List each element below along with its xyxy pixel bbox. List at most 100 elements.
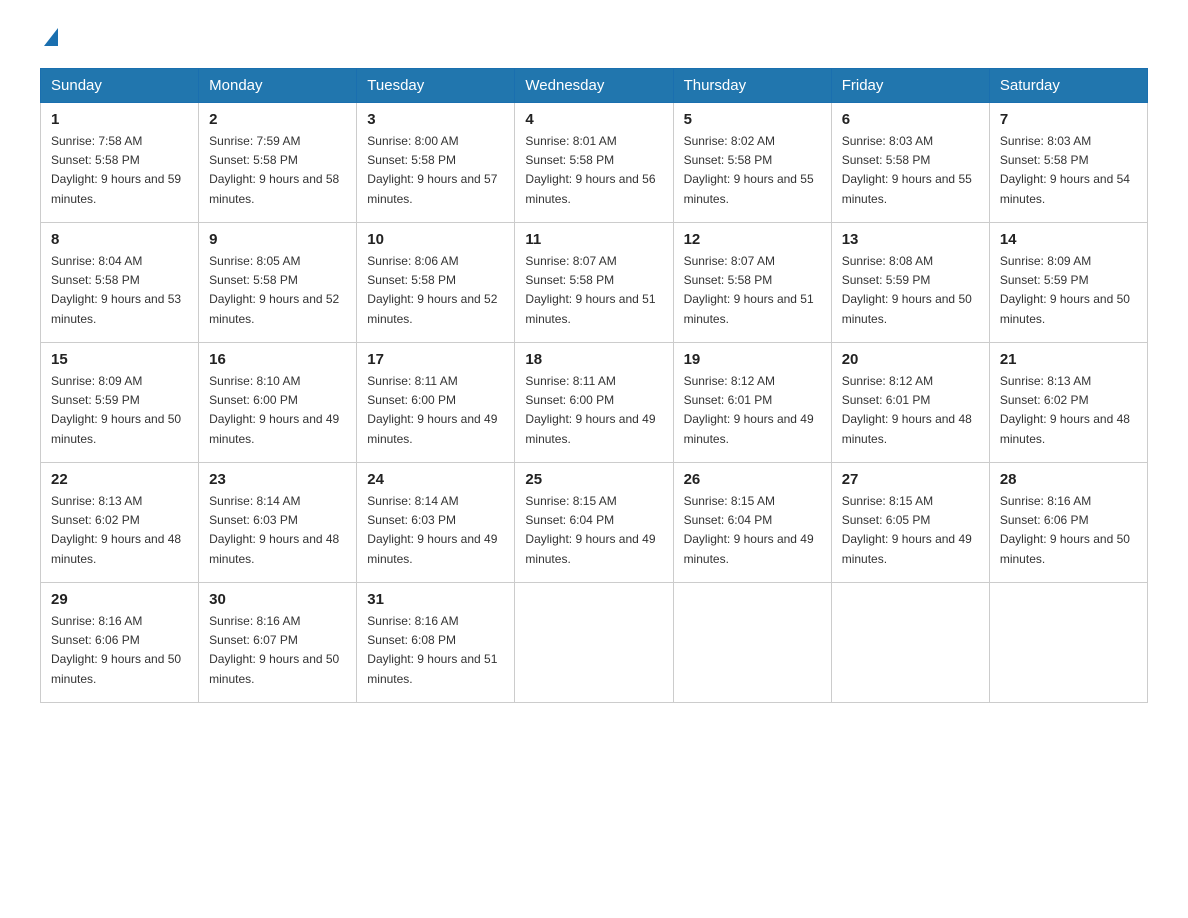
day-info: Sunrise: 8:16 AMSunset: 6:07 PMDaylight:… <box>209 612 346 689</box>
day-info: Sunrise: 7:59 AMSunset: 5:58 PMDaylight:… <box>209 132 346 209</box>
day-info: Sunrise: 8:13 AMSunset: 6:02 PMDaylight:… <box>1000 372 1137 449</box>
day-info: Sunrise: 8:05 AMSunset: 5:58 PMDaylight:… <box>209 252 346 329</box>
day-number: 29 <box>51 591 188 608</box>
day-number: 30 <box>209 591 346 608</box>
day-number: 27 <box>842 471 979 488</box>
weekday-header-sunday: Sunday <box>41 69 199 103</box>
day-number: 17 <box>367 351 504 368</box>
weekday-header-saturday: Saturday <box>989 69 1147 103</box>
day-number: 23 <box>209 471 346 488</box>
calendar-cell: 4 Sunrise: 8:01 AMSunset: 5:58 PMDaylight… <box>515 103 673 223</box>
calendar-cell <box>673 583 831 703</box>
day-info: Sunrise: 8:12 AMSunset: 6:01 PMDaylight:… <box>684 372 821 449</box>
calendar-cell: 5Sunrise: 8:02 AMSunset: 5:58 PMDaylight… <box>673 103 831 223</box>
day-number: 9 <box>209 231 346 248</box>
day-info: Sunrise: 8:15 AMSunset: 6:04 PMDaylight:… <box>525 492 662 569</box>
day-number: 8 <box>51 231 188 248</box>
calendar-cell <box>989 583 1147 703</box>
day-number: 22 <box>51 471 188 488</box>
calendar-cell: 28 Sunrise: 8:16 AMSunset: 6:06 PMDayligh… <box>989 463 1147 583</box>
calendar-cell <box>831 583 989 703</box>
calendar-cell: 25Sunrise: 8:15 AMSunset: 6:04 PMDayligh… <box>515 463 673 583</box>
day-info: Sunrise: 8:09 AMSunset: 5:59 PMDaylight:… <box>1000 252 1137 329</box>
calendar-cell: 11 Sunrise: 8:07 AMSunset: 5:58 PMDayligh… <box>515 223 673 343</box>
day-number: 26 <box>684 471 821 488</box>
day-info: Sunrise: 8:14 AMSunset: 6:03 PMDaylight:… <box>209 492 346 569</box>
day-info: Sunrise: 8:10 AMSunset: 6:00 PMDaylight:… <box>209 372 346 449</box>
calendar-cell: 16 Sunrise: 8:10 AMSunset: 6:00 PMDayligh… <box>199 343 357 463</box>
day-number: 6 <box>842 111 979 128</box>
day-info: Sunrise: 8:04 AMSunset: 5:58 PMDaylight:… <box>51 252 188 329</box>
day-info: Sunrise: 8:09 AMSunset: 5:59 PMDaylight:… <box>51 372 188 449</box>
day-info: Sunrise: 8:16 AMSunset: 6:08 PMDaylight:… <box>367 612 504 689</box>
calendar-cell: 14 Sunrise: 8:09 AMSunset: 5:59 PMDayligh… <box>989 223 1147 343</box>
calendar-cell: 31 Sunrise: 8:16 AMSunset: 6:08 PMDayligh… <box>357 583 515 703</box>
day-number: 21 <box>1000 351 1137 368</box>
logo-text <box>40 30 58 48</box>
calendar-cell: 10 Sunrise: 8:06 AMSunset: 5:58 PMDayligh… <box>357 223 515 343</box>
calendar-cell: 1Sunrise: 7:58 AMSunset: 5:58 PMDaylight… <box>41 103 199 223</box>
calendar-week-row: 22 Sunrise: 8:13 AMSunset: 6:02 PMDayligh… <box>41 463 1148 583</box>
day-number: 14 <box>1000 231 1137 248</box>
day-number: 16 <box>209 351 346 368</box>
day-number: 24 <box>367 471 504 488</box>
day-number: 20 <box>842 351 979 368</box>
logo-triangle-icon <box>44 28 58 46</box>
calendar-week-row: 8 Sunrise: 8:04 AMSunset: 5:58 PMDaylight… <box>41 223 1148 343</box>
day-number: 28 <box>1000 471 1137 488</box>
page-header <box>40 30 1148 48</box>
day-number: 10 <box>367 231 504 248</box>
day-number: 7 <box>1000 111 1137 128</box>
calendar-cell: 19Sunrise: 8:12 AMSunset: 6:01 PMDayligh… <box>673 343 831 463</box>
day-number: 4 <box>525 111 662 128</box>
day-info: Sunrise: 8:15 AMSunset: 6:04 PMDaylight:… <box>684 492 821 569</box>
day-info: Sunrise: 8:15 AMSunset: 6:05 PMDaylight:… <box>842 492 979 569</box>
weekday-header-monday: Monday <box>199 69 357 103</box>
day-info: Sunrise: 8:13 AMSunset: 6:02 PMDaylight:… <box>51 492 188 569</box>
weekday-header-wednesday: Wednesday <box>515 69 673 103</box>
calendar-cell: 8 Sunrise: 8:04 AMSunset: 5:58 PMDaylight… <box>41 223 199 343</box>
calendar-cell: 9 Sunrise: 8:05 AMSunset: 5:58 PMDaylight… <box>199 223 357 343</box>
day-info: Sunrise: 8:08 AMSunset: 5:59 PMDaylight:… <box>842 252 979 329</box>
calendar-table: SundayMondayTuesdayWednesdayThursdayFrid… <box>40 68 1148 703</box>
weekday-header-thursday: Thursday <box>673 69 831 103</box>
calendar-cell: 17 Sunrise: 8:11 AMSunset: 6:00 PMDayligh… <box>357 343 515 463</box>
day-number: 13 <box>842 231 979 248</box>
day-info: Sunrise: 8:07 AMSunset: 5:58 PMDaylight:… <box>525 252 662 329</box>
calendar-cell: 27 Sunrise: 8:15 AMSunset: 6:05 PMDayligh… <box>831 463 989 583</box>
calendar-cell: 12 Sunrise: 8:07 AMSunset: 5:58 PMDayligh… <box>673 223 831 343</box>
calendar-cell: 7Sunrise: 8:03 AMSunset: 5:58 PMDaylight… <box>989 103 1147 223</box>
day-info: Sunrise: 8:16 AMSunset: 6:06 PMDaylight:… <box>51 612 188 689</box>
day-number: 2 <box>209 111 346 128</box>
calendar-cell: 6 Sunrise: 8:03 AMSunset: 5:58 PMDaylight… <box>831 103 989 223</box>
day-info: Sunrise: 8:01 AMSunset: 5:58 PMDaylight:… <box>525 132 662 209</box>
calendar-cell: 15 Sunrise: 8:09 AMSunset: 5:59 PMDayligh… <box>41 343 199 463</box>
calendar-week-row: 1Sunrise: 7:58 AMSunset: 5:58 PMDaylight… <box>41 103 1148 223</box>
calendar-cell: 30 Sunrise: 8:16 AMSunset: 6:07 PMDayligh… <box>199 583 357 703</box>
day-info: Sunrise: 8:06 AMSunset: 5:58 PMDaylight:… <box>367 252 504 329</box>
calendar-cell: 23 Sunrise: 8:14 AMSunset: 6:03 PMDayligh… <box>199 463 357 583</box>
calendar-cell: 3 Sunrise: 8:00 AMSunset: 5:58 PMDaylight… <box>357 103 515 223</box>
weekday-header-friday: Friday <box>831 69 989 103</box>
day-number: 31 <box>367 591 504 608</box>
calendar-cell: 2 Sunrise: 7:59 AMSunset: 5:58 PMDaylight… <box>199 103 357 223</box>
day-info: Sunrise: 8:03 AMSunset: 5:58 PMDaylight:… <box>842 132 979 209</box>
calendar-cell: 22 Sunrise: 8:13 AMSunset: 6:02 PMDayligh… <box>41 463 199 583</box>
calendar-cell: 20 Sunrise: 8:12 AMSunset: 6:01 PMDayligh… <box>831 343 989 463</box>
day-number: 11 <box>525 231 662 248</box>
day-number: 5 <box>684 111 821 128</box>
day-info: Sunrise: 8:00 AMSunset: 5:58 PMDaylight:… <box>367 132 504 209</box>
day-number: 15 <box>51 351 188 368</box>
day-info: Sunrise: 8:12 AMSunset: 6:01 PMDaylight:… <box>842 372 979 449</box>
calendar-cell: 26 Sunrise: 8:15 AMSunset: 6:04 PMDayligh… <box>673 463 831 583</box>
calendar-week-row: 15 Sunrise: 8:09 AMSunset: 5:59 PMDayligh… <box>41 343 1148 463</box>
day-info: Sunrise: 8:07 AMSunset: 5:58 PMDaylight:… <box>684 252 821 329</box>
calendar-cell: 24Sunrise: 8:14 AMSunset: 6:03 PMDayligh… <box>357 463 515 583</box>
day-number: 3 <box>367 111 504 128</box>
day-info: Sunrise: 8:16 AMSunset: 6:06 PMDaylight:… <box>1000 492 1137 569</box>
day-info: Sunrise: 8:11 AMSunset: 6:00 PMDaylight:… <box>525 372 662 449</box>
day-info: Sunrise: 8:11 AMSunset: 6:00 PMDaylight:… <box>367 372 504 449</box>
weekday-header-tuesday: Tuesday <box>357 69 515 103</box>
day-info: Sunrise: 7:58 AMSunset: 5:58 PMDaylight:… <box>51 132 188 209</box>
day-number: 12 <box>684 231 821 248</box>
